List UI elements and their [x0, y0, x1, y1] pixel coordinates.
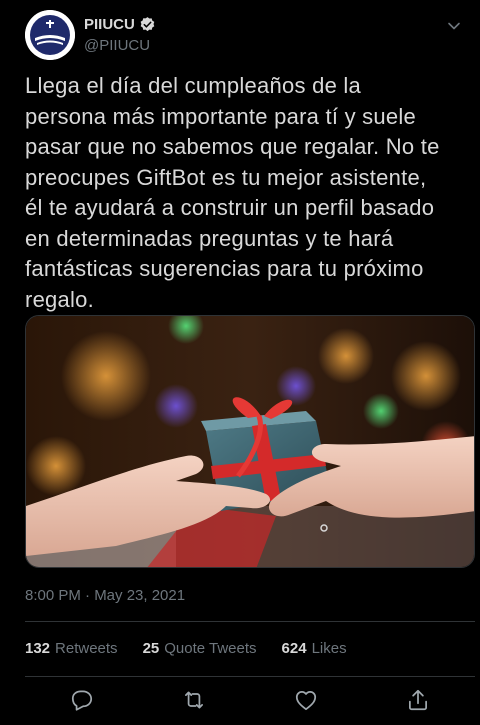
divider [25, 621, 475, 622]
verified-badge-icon [140, 17, 155, 32]
avatar[interactable] [25, 10, 75, 60]
tweet-text: Llega el día del cumpleaños de la person… [25, 71, 465, 315]
tweet: PIIUCU @PIIUCU Llega el día del cumpleañ… [0, 0, 480, 725]
tweet-text-line: pasar que no sabemos que regalar. No te [25, 134, 440, 159]
likes-count: 624 [281, 640, 307, 657]
tweet-text-line: persona más importante para tí y suele [25, 103, 417, 129]
author-handle[interactable]: @PIIUCU [84, 37, 150, 54]
retweets-count: 132 [25, 640, 51, 657]
tweet-text-line: en determinadas preguntas y te hará [25, 225, 394, 251]
tweet-photo[interactable] [25, 315, 475, 568]
share-icon[interactable] [405, 687, 431, 713]
tweet-text-line: regalo. [25, 286, 95, 312]
piiucu-logo-icon [25, 10, 75, 60]
tweet-header: PIIUCU @PIIUCU [25, 10, 470, 60]
like-icon[interactable] [293, 687, 319, 713]
retweets-stat[interactable]: 132 Retweets [25, 640, 118, 660]
quote-tweets-stat[interactable]: 25 Quote Tweets [143, 640, 257, 660]
quotes-count: 25 [142, 640, 160, 657]
quotes-label: Quote Tweets [164, 640, 257, 657]
gift-exchange-photo [26, 316, 474, 567]
tweet-actions [25, 685, 475, 717]
tweet-text-line: Llega el día del cumpleaños de la [25, 73, 362, 98]
divider [25, 676, 475, 677]
chevron-down-icon[interactable] [446, 18, 462, 34]
retweets-label: Retweets [55, 640, 118, 657]
author-name[interactable]: PIIUCU [84, 16, 156, 33]
tweet-text-line: fantásticas sugerencias para tu próximo [25, 256, 424, 281]
reply-icon[interactable] [69, 687, 95, 713]
tweet-stats: 132 Retweets 25 Quote Tweets 624 Likes [25, 640, 347, 660]
tweet-text-line: preocupes GiftBot es tu mejor asistente, [25, 164, 427, 190]
retweet-icon[interactable] [181, 687, 207, 713]
tweet-timestamp[interactable]: 8:00 PM · May 23, 2021 [25, 587, 185, 604]
likes-stat[interactable]: 624 Likes [282, 640, 347, 660]
tweet-text-line: él te ayudará a construir un perfil basa… [25, 195, 435, 220]
likes-label: Likes [311, 640, 347, 657]
author-name-text: PIIUCU [84, 16, 135, 33]
